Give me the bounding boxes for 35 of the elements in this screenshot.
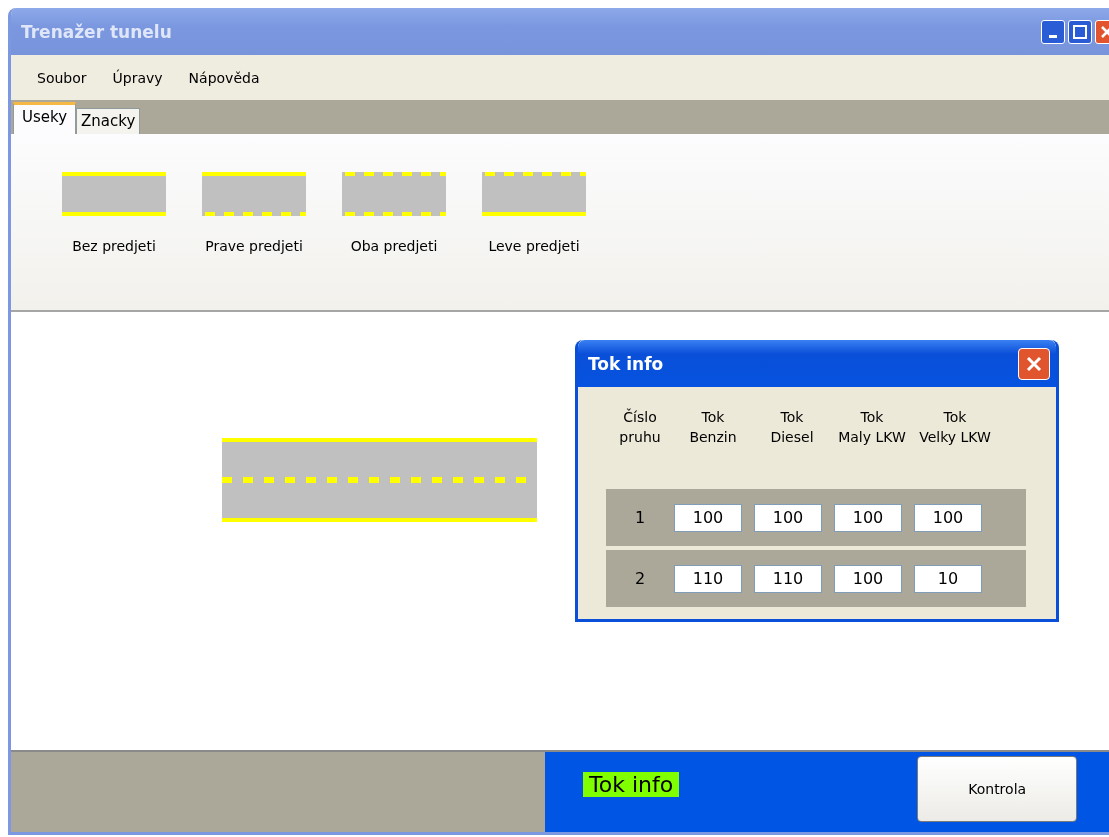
column-header: Tok Maly LKW [837,408,907,447]
input-field[interactable]: 100 [834,564,902,593]
dialog-title: Tok info [588,353,664,374]
input-field[interactable]: 100 [674,503,742,532]
input-field[interactable]: 100 [754,503,822,532]
input-field[interactable]: 10 [914,564,982,593]
input-field[interactable]: 100 [914,503,982,532]
close-icon [1101,25,1109,38]
segment-label: Prave predjeti [205,238,303,254]
column-header: Tok Benzin [688,408,738,447]
column-header: Tok Velky LKW [918,408,992,447]
status-label: Tok info [583,772,680,797]
window-title: Trenažer tunelu [21,21,173,42]
column-header: Číslo pruhu [618,407,662,447]
maximize-icon [1073,24,1087,39]
input-field[interactable]: 110 [754,564,822,593]
tab[interactable]: Znacky [76,108,141,134]
minimize-button[interactable] [1041,19,1065,44]
input-field[interactable]: 100 [834,503,902,532]
menu-item[interactable]: Nápověda [180,67,268,88]
menu-item[interactable]: Soubor [29,67,95,88]
lane-number: 1 [633,508,647,527]
close-icon [1026,355,1042,372]
column-header: Tok Diesel [769,408,815,447]
segment-label: Bez predjeti [72,238,156,254]
maximize-button[interactable] [1068,19,1092,44]
tab[interactable]: Useky [13,102,77,134]
menu-item[interactable]: Úpravy [104,67,171,88]
segment-label: Leve predjeti [488,238,580,254]
minimize-icon [1049,35,1057,38]
lane-number: 2 [633,569,647,588]
kontrola-button[interactable]: Kontrola [917,756,1078,822]
close-button[interactable] [1018,347,1050,380]
input-field[interactable]: 110 [674,564,742,593]
segment-label: Oba predjeti [350,238,438,254]
